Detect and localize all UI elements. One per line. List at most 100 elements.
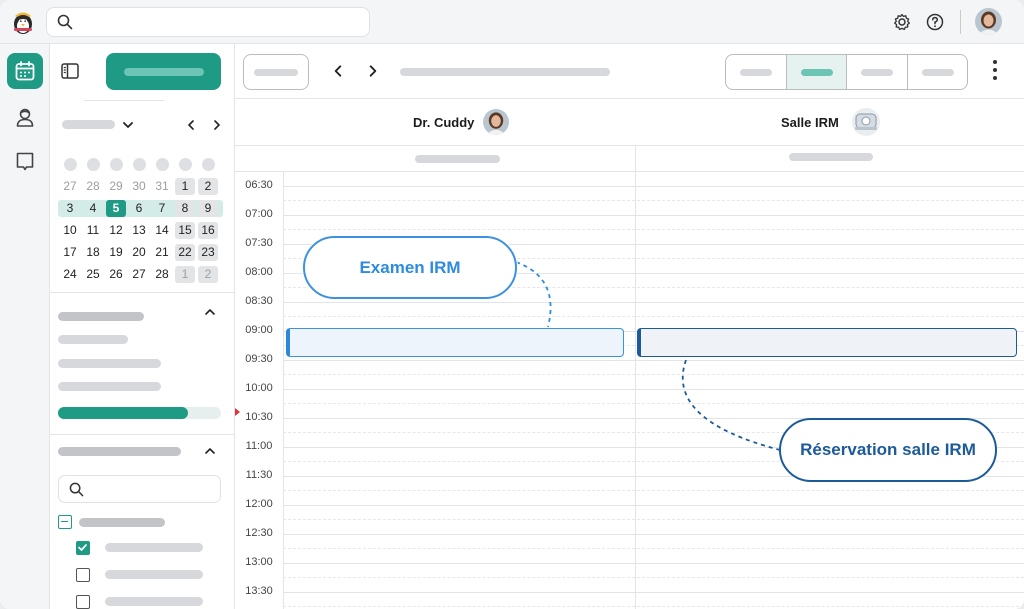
calendar-day[interactable]: 16 [198, 222, 218, 239]
chevron-up-icon[interactable] [204, 306, 216, 318]
resource-search-input[interactable] [58, 475, 221, 503]
hour-line [283, 186, 1024, 187]
search-input[interactable] [46, 7, 370, 37]
time-axis-divider [283, 171, 284, 609]
callout-exam: Examen IRM [303, 236, 517, 299]
help-icon[interactable] [925, 12, 945, 32]
view-option-active[interactable] [786, 55, 847, 89]
calendar-day[interactable]: 19 [106, 244, 126, 261]
main-calendar: Dr. Cuddy Salle IRM 06:30 07:00 07:30 08:00… [235, 44, 1024, 609]
chevron-right-icon[interactable] [366, 64, 380, 78]
resource-checkbox-checked[interactable] [76, 541, 90, 555]
calendar-day[interactable]: 27 [60, 178, 80, 195]
callout-room: Réservation salle IRM [779, 418, 997, 482]
time-label: 08:30 [245, 295, 273, 307]
chevron-down-icon[interactable] [122, 119, 134, 131]
calendar-day[interactable]: 10 [60, 222, 80, 239]
calendar-day[interactable]: 28 [83, 178, 103, 195]
calendar-day[interactable]: 3 [60, 200, 80, 217]
event-room-booking[interactable] [637, 328, 1017, 357]
calendar-day[interactable]: 29 [106, 178, 126, 195]
group-checkbox[interactable] [58, 515, 72, 529]
calendar-day[interactable]: 15 [175, 222, 195, 239]
calendar-day[interactable]: 14 [152, 222, 172, 239]
more-vertical-icon[interactable] [993, 60, 997, 84]
sidebar: 27 28 29 30 31 1 2 3 4 5 6 7 8 9 10 11 12 13 14 15 16 17 18 19 2… [50, 44, 235, 609]
sidebar-toggle-icon[interactable] [60, 61, 80, 81]
half-hour-line [283, 316, 1024, 317]
hour-line [283, 563, 1024, 564]
calendar-day[interactable]: 9 [198, 200, 218, 217]
time-label: 11:30 [245, 469, 273, 481]
calendar-day[interactable]: 18 [83, 244, 103, 261]
event-exam[interactable] [286, 328, 624, 357]
calendar-day[interactable]: 31 [152, 178, 172, 195]
penguin-logo-icon[interactable] [9, 8, 37, 36]
left-rail [0, 44, 50, 609]
chevron-left-icon[interactable] [185, 119, 197, 131]
calendar-day[interactable]: 8 [175, 200, 195, 217]
calendar-day[interactable]: 13 [129, 222, 149, 239]
weekday-dot [155, 158, 169, 171]
filter-item-placeholder [58, 335, 128, 344]
time-label: 09:00 [245, 324, 273, 336]
resource-checkbox[interactable] [76, 568, 90, 582]
app-window: 27 28 29 30 31 1 2 3 4 5 6 7 8 9 10 11 12 13 14 15 16 17 18 19 2… [0, 0, 1024, 609]
calendar-day[interactable]: 27 [129, 266, 149, 283]
settings-icon[interactable] [892, 12, 912, 32]
callout-room-label: Réservation salle IRM [800, 440, 976, 459]
weekday-dot [132, 158, 146, 171]
time-label: 10:30 [245, 411, 273, 423]
rail-calendar-button[interactable] [7, 53, 43, 89]
top-bar [0, 0, 1024, 44]
calendar-day[interactable]: 26 [106, 266, 126, 283]
calendar-day[interactable]: 1 [175, 266, 195, 283]
hour-line [283, 534, 1024, 535]
user-avatar[interactable] [975, 8, 1002, 35]
calendar-day[interactable]: 5 [106, 200, 126, 217]
new-appointment-button[interactable] [106, 53, 221, 90]
calendar-day[interactable]: 20 [129, 244, 149, 261]
calendar-day[interactable]: 24 [60, 266, 80, 283]
calendar-day[interactable]: 23 [198, 244, 218, 261]
time-label: 06:30 [245, 179, 273, 191]
top-bar-divider [960, 10, 961, 34]
view-option[interactable] [726, 55, 787, 89]
sidebar-divider [50, 292, 235, 293]
chevron-left-icon[interactable] [331, 64, 345, 78]
calendar-day[interactable]: 28 [152, 266, 172, 283]
calendar-day[interactable]: 2 [198, 266, 218, 283]
calendar-day[interactable]: 17 [60, 244, 80, 261]
half-hour-line [283, 548, 1024, 549]
time-label: 09:30 [245, 353, 273, 365]
section-title-placeholder [58, 312, 144, 321]
calendar-day[interactable]: 30 [129, 178, 149, 195]
calendar-day[interactable]: 7 [152, 200, 172, 217]
chevron-up-icon[interactable] [204, 445, 216, 457]
resource-item-placeholder [105, 597, 203, 606]
view-option[interactable] [908, 55, 968, 89]
progress-bar [58, 407, 221, 419]
calendar-day[interactable]: 4 [83, 200, 103, 217]
calendar-day[interactable]: 12 [106, 222, 126, 239]
rail-bookmarks-button[interactable] [7, 143, 43, 179]
calendar-day[interactable]: 22 [175, 244, 195, 261]
view-option[interactable] [847, 55, 908, 89]
time-label: 13:30 [245, 585, 273, 597]
header-divider [235, 145, 1024, 146]
calendar-day[interactable]: 25 [83, 266, 103, 283]
today-button[interactable] [243, 54, 309, 90]
calendar-day[interactable]: 2 [198, 178, 218, 195]
time-label: 11:00 [245, 440, 273, 452]
chevron-right-icon[interactable] [211, 119, 223, 131]
calendar-day[interactable]: 1 [175, 178, 195, 195]
calendar-day[interactable]: 21 [152, 244, 172, 261]
sidebar-tab-indicator [84, 100, 164, 101]
resource-item-placeholder [105, 543, 203, 552]
rail-patients-button[interactable] [7, 99, 43, 135]
calendar-day[interactable]: 6 [129, 200, 149, 217]
filter-item-placeholder [58, 359, 161, 368]
section-title-placeholder [58, 447, 181, 456]
resource-checkbox[interactable] [76, 595, 90, 609]
calendar-day[interactable]: 11 [83, 222, 103, 239]
